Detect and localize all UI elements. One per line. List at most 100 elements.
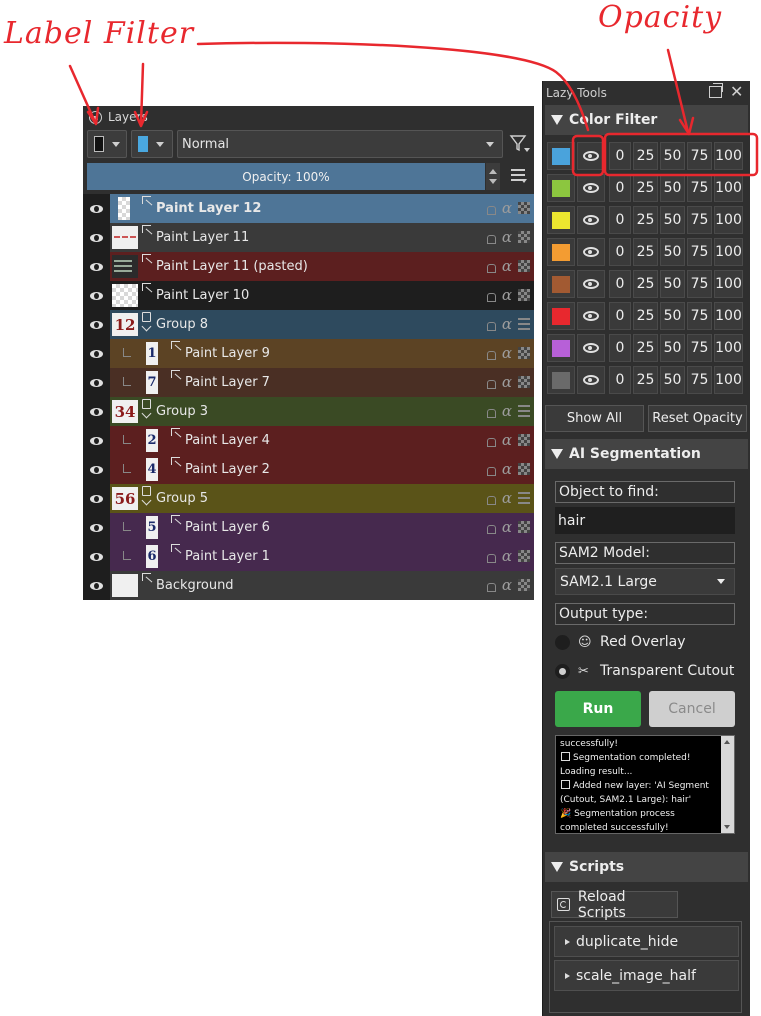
opacity-25-button[interactable]: 25 bbox=[633, 238, 658, 266]
lock-icon[interactable] bbox=[486, 234, 496, 244]
script-item[interactable]: duplicate_hide bbox=[554, 926, 739, 957]
lock-icon[interactable] bbox=[486, 379, 496, 389]
color-swatch[interactable] bbox=[547, 238, 575, 266]
alpha-lock-icon[interactable]: α bbox=[502, 317, 512, 332]
opacity-25-button[interactable]: 25 bbox=[633, 366, 658, 394]
visibility-toggle[interactable] bbox=[83, 252, 110, 281]
inherit-alpha-icon[interactable] bbox=[518, 347, 530, 359]
close-icon[interactable]: ✕ bbox=[730, 83, 743, 101]
opacity-0-button[interactable]: 0 bbox=[609, 334, 631, 362]
layer-row[interactable]: Paint Layer 12 α bbox=[83, 194, 534, 223]
opacity-75-button[interactable]: 75 bbox=[687, 366, 712, 394]
transparent-cutout-option[interactable]: ✂ Transparent Cutout bbox=[555, 660, 745, 682]
visibility-toggle[interactable] bbox=[83, 426, 110, 455]
alpha-lock-icon[interactable]: α bbox=[502, 404, 512, 419]
opacity-25-button[interactable]: 25 bbox=[633, 334, 658, 362]
opacity-0-button[interactable]: 0 bbox=[609, 142, 631, 170]
chevron-down-icon[interactable] bbox=[141, 495, 152, 506]
color-swatch[interactable] bbox=[547, 142, 575, 170]
opacity-75-button[interactable]: 75 bbox=[687, 238, 712, 266]
opacity-100-button[interactable]: 100 bbox=[714, 238, 743, 266]
toggle-visibility-button[interactable] bbox=[577, 174, 605, 202]
visibility-toggle[interactable] bbox=[83, 542, 110, 571]
passthrough-icon[interactable] bbox=[518, 492, 530, 504]
layer-row[interactable]: 5 Paint Layer 6 α bbox=[83, 513, 534, 542]
object-input[interactable]: hair bbox=[555, 507, 735, 534]
opacity-25-button[interactable]: 25 bbox=[633, 302, 658, 330]
opacity-75-button[interactable]: 75 bbox=[687, 142, 712, 170]
toggle-visibility-button[interactable] bbox=[577, 142, 605, 170]
inherit-alpha-icon[interactable] bbox=[518, 202, 530, 214]
opacity-100-button[interactable]: 100 bbox=[714, 142, 743, 170]
lock-icon[interactable] bbox=[486, 582, 496, 592]
opacity-100-button[interactable]: 100 bbox=[714, 270, 743, 298]
visibility-toggle[interactable] bbox=[83, 339, 110, 368]
color-swatch[interactable] bbox=[547, 174, 575, 202]
opacity-100-button[interactable]: 100 bbox=[714, 334, 743, 362]
color-swatch[interactable] bbox=[547, 334, 575, 362]
ai-segmentation-header[interactable]: AI Segmentation bbox=[545, 439, 748, 469]
visibility-toggle[interactable] bbox=[83, 368, 110, 397]
opacity-100-button[interactable]: 100 bbox=[714, 174, 743, 202]
layer-row[interactable]: Background α bbox=[83, 571, 534, 600]
inherit-alpha-icon[interactable] bbox=[518, 521, 530, 533]
passthrough-icon[interactable] bbox=[518, 318, 530, 330]
chevron-down-icon[interactable] bbox=[141, 321, 152, 332]
opacity-0-button[interactable]: 0 bbox=[609, 366, 631, 394]
opacity-75-button[interactable]: 75 bbox=[687, 302, 712, 330]
visibility-toggle[interactable] bbox=[83, 223, 110, 252]
layer-row[interactable]: 2 Paint Layer 4 α bbox=[83, 426, 534, 455]
inherit-alpha-icon[interactable] bbox=[518, 463, 530, 475]
reset-opacity-button[interactable]: Reset Opacity bbox=[648, 405, 747, 432]
opacity-0-button[interactable]: 0 bbox=[609, 302, 631, 330]
color-swatch[interactable] bbox=[547, 270, 575, 298]
opacity-25-button[interactable]: 25 bbox=[633, 174, 658, 202]
opacity-75-button[interactable]: 75 bbox=[687, 174, 712, 202]
inherit-alpha-icon[interactable] bbox=[518, 376, 530, 388]
opacity-100-button[interactable]: 100 bbox=[714, 366, 743, 394]
opacity-50-button[interactable]: 50 bbox=[660, 142, 685, 170]
layer-row-group[interactable]: 12 Group 8 α bbox=[83, 310, 534, 339]
alpha-lock-icon[interactable]: α bbox=[502, 520, 512, 535]
layer-row[interactable]: 4 Paint Layer 2 α bbox=[83, 455, 534, 484]
color-swatch[interactable] bbox=[547, 302, 575, 330]
alpha-lock-icon[interactable]: α bbox=[502, 549, 512, 564]
layer-row[interactable]: 6 Paint Layer 1 α bbox=[83, 542, 534, 571]
alpha-lock-icon[interactable]: α bbox=[502, 259, 512, 274]
color-filter-button[interactable] bbox=[131, 130, 173, 158]
filter-button[interactable] bbox=[509, 130, 533, 158]
red-overlay-option[interactable]: ☺ Red Overlay bbox=[555, 631, 745, 653]
visibility-toggle[interactable] bbox=[83, 455, 110, 484]
layer-row[interactable]: Paint Layer 11 α bbox=[83, 223, 534, 252]
opacity-0-button[interactable]: 0 bbox=[609, 270, 631, 298]
alpha-lock-icon[interactable]: α bbox=[502, 230, 512, 245]
lock-icon[interactable] bbox=[486, 553, 496, 563]
chevron-down-icon[interactable] bbox=[141, 408, 152, 419]
inherit-alpha-icon[interactable] bbox=[518, 260, 530, 272]
alpha-lock-icon[interactable]: α bbox=[502, 578, 512, 593]
inherit-alpha-icon[interactable] bbox=[518, 434, 530, 446]
opacity-100-button[interactable]: 100 bbox=[714, 302, 743, 330]
alpha-lock-icon[interactable]: α bbox=[502, 288, 512, 303]
alpha-lock-icon[interactable]: α bbox=[502, 201, 512, 216]
blend-mode-select[interactable]: Normal bbox=[177, 130, 503, 158]
show-all-button[interactable]: Show All bbox=[545, 405, 644, 432]
visibility-toggle[interactable] bbox=[83, 310, 110, 339]
toggle-visibility-button[interactable] bbox=[577, 302, 605, 330]
visibility-toggle[interactable] bbox=[83, 194, 110, 223]
opacity-slider[interactable]: Opacity: 100% bbox=[87, 163, 485, 190]
passthrough-icon[interactable] bbox=[518, 405, 530, 417]
visibility-toggle[interactable] bbox=[83, 397, 110, 426]
log-scrollbar[interactable] bbox=[721, 736, 734, 833]
opacity-25-button[interactable]: 25 bbox=[633, 206, 658, 234]
visibility-toggle[interactable] bbox=[83, 571, 110, 600]
layer-row[interactable]: Paint Layer 10 α bbox=[83, 281, 534, 310]
radio-red-overlay[interactable] bbox=[555, 634, 570, 650]
alpha-lock-icon[interactable]: α bbox=[502, 346, 512, 361]
visibility-toggle[interactable] bbox=[83, 281, 110, 310]
layer-row[interactable]: Paint Layer 11 (pasted) α bbox=[83, 252, 534, 281]
alpha-lock-icon[interactable]: α bbox=[502, 462, 512, 477]
opacity-75-button[interactable]: 75 bbox=[687, 270, 712, 298]
run-button[interactable]: Run bbox=[555, 691, 641, 727]
layer-row[interactable]: 1 Paint Layer 9 α bbox=[83, 339, 534, 368]
